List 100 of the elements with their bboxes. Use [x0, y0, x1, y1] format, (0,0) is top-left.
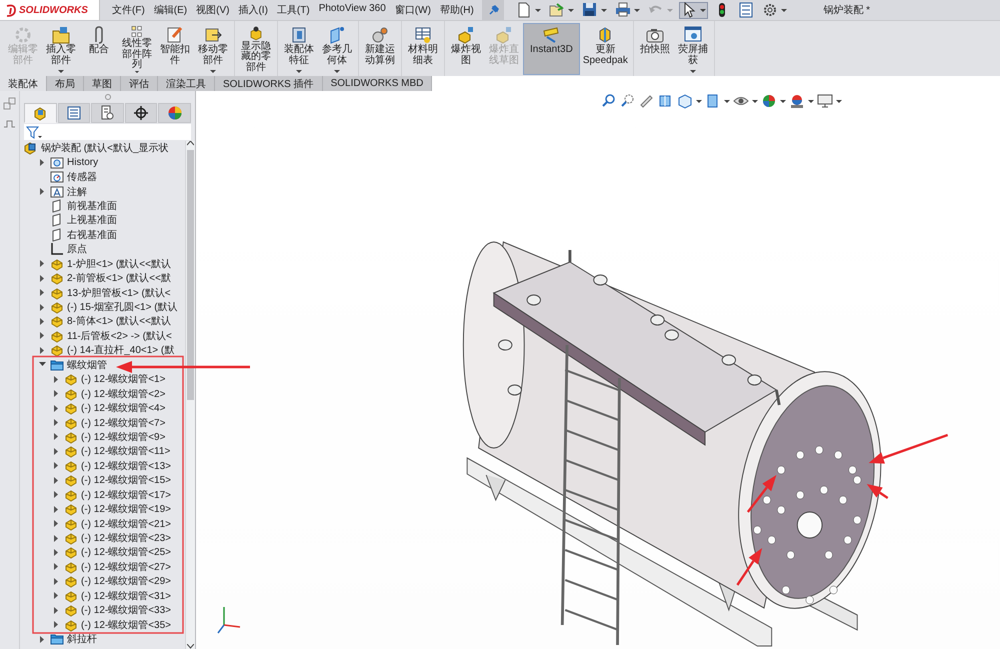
cube-icon[interactable] [677, 93, 693, 109]
tree-item[interactable]: 传感器 [20, 170, 185, 184]
toolbar-button[interactable]: 荧屏捕获 [674, 23, 712, 75]
tree-item[interactable]: 11-后管板<2> -> (默认< [20, 328, 185, 344]
menu-item[interactable]: 窗口(W) [394, 3, 431, 17]
tree-item[interactable]: 2-前管板<1> (默认<<默 [20, 270, 185, 286]
filter-field[interactable] [24, 124, 191, 140]
tree-item[interactable]: (-) 12-螺纹烟管<15> [20, 473, 185, 488]
tree-item[interactable]: (-) 12-螺纹烟管<33> [20, 603, 185, 618]
expand-arrow-icon[interactable] [53, 448, 60, 455]
expand-arrow-icon[interactable] [39, 361, 46, 368]
expand-arrow-icon[interactable] [39, 188, 46, 196]
expand-arrow-icon[interactable] [39, 289, 46, 296]
expand-arrow-icon[interactable] [53, 462, 60, 470]
toolbar-button[interactable]: 显示隐藏的零部件 [237, 23, 275, 75]
tree-item[interactable]: (-) 12-螺纹烟管<19> [20, 502, 185, 516]
pencil-icon[interactable] [639, 93, 655, 109]
panel-handle-icon[interactable] [104, 93, 112, 101]
toolbar-button[interactable]: 爆炸视图 [447, 23, 485, 75]
menu-item[interactable]: 帮助(H) [440, 3, 474, 17]
tree-item[interactable]: (-) 12-螺纹烟管<29> [20, 574, 185, 589]
tab[interactable]: 草图 [84, 76, 121, 91]
tree-item[interactable]: (-) 15-烟室孔圆<1> (默认 [20, 300, 185, 314]
caret-icon[interactable] [724, 100, 730, 102]
menu-item[interactable]: 文件(F) [112, 3, 145, 17]
expand-arrow-icon[interactable] [53, 390, 60, 398]
expand-arrow-icon[interactable] [53, 491, 60, 498]
expand-arrow-icon[interactable] [53, 404, 60, 412]
tree-item[interactable]: 螺纹烟管 [20, 358, 185, 372]
expand-arrow-icon[interactable] [53, 534, 60, 542]
tree-item[interactable]: 原点 [20, 242, 185, 256]
sphere-icon[interactable] [761, 93, 777, 109]
menu-item[interactable]: PhotoView 360 [318, 3, 386, 17]
expand-arrow-icon[interactable] [53, 433, 60, 440]
tree-item[interactable]: 斜拉杆 [20, 632, 185, 646]
tree-item[interactable]: 1-炉胆<1> (默认<<默认 [20, 256, 185, 271]
tree-item[interactable]: 8-筒体<1> (默认<<默认 [20, 314, 185, 329]
select-button[interactable] [678, 2, 708, 18]
caret-icon[interactable] [696, 100, 702, 102]
toolbar-button[interactable]: 参考几何体 [318, 23, 356, 75]
scroll-up-icon[interactable] [187, 141, 194, 146]
step-icon[interactable] [3, 118, 16, 130]
tree-item[interactable]: (-) 12-螺纹烟管<7> [20, 415, 185, 430]
toolbar-button[interactable]: 更新 Speedpak [580, 23, 631, 75]
tree-item[interactable]: (-) 12-螺纹烟管<35> [20, 617, 185, 632]
tab[interactable]: SOLIDWORKS 插件 [215, 76, 323, 91]
expand-arrow-icon[interactable] [39, 159, 46, 166]
tab[interactable]: 装配体 [0, 76, 47, 91]
expand-arrow-icon[interactable] [53, 376, 60, 383]
scroll-bar[interactable] [185, 141, 195, 649]
tab[interactable]: 评估 [121, 76, 158, 91]
tab[interactable]: SOLIDWORKS MBD [322, 76, 432, 91]
filter-icon[interactable] [26, 126, 42, 138]
toolbar-button[interactable]: 材料明细表 [404, 23, 442, 75]
menu-item[interactable]: 编辑(E) [154, 3, 188, 17]
menu-item[interactable]: 插入(I) [238, 3, 268, 17]
expand-arrow-icon[interactable] [53, 520, 60, 528]
scroll-thumb[interactable] [187, 150, 194, 400]
zoom-fit-icon[interactable] [601, 93, 617, 109]
tree-item[interactable]: 注解 [20, 184, 185, 199]
toolbar-button[interactable]: 线性零部件阵列 [118, 23, 156, 75]
tree-item[interactable]: 锅炉装配 (默认<默认_显示状 [20, 141, 185, 156]
tree-item[interactable]: (-) 12-螺纹烟管<27> [20, 560, 185, 574]
panel-tab[interactable] [124, 103, 158, 123]
expand-arrow-icon[interactable] [53, 563, 60, 570]
expand-arrow-icon[interactable] [39, 318, 46, 325]
tree-item[interactable]: 13-炉胆管板<1> (默认< [20, 285, 185, 300]
monitor-icon[interactable] [817, 93, 833, 109]
tree-item[interactable]: (-) 12-螺纹烟管<2> [20, 386, 185, 401]
tree-item[interactable]: (-) 12-螺纹烟管<11> [20, 444, 185, 459]
expand-arrow-icon[interactable] [39, 332, 46, 340]
tree-item[interactable]: (-) 12-螺纹烟管<17> [20, 488, 185, 502]
tree-item[interactable]: (-) 12-螺纹烟管<23> [20, 530, 185, 546]
expand-arrow-icon[interactable] [39, 304, 46, 311]
toolbar-button[interactable]: Instant3D [523, 23, 580, 75]
expand-arrow-icon[interactable] [53, 606, 60, 614]
caret-icon[interactable] [752, 100, 758, 102]
tree-item[interactable]: (-) 12-螺纹烟管<9> [20, 430, 185, 444]
toolbar-button[interactable]: 新建运动算例 [361, 23, 399, 75]
tree-item[interactable]: (-) 14-直拉杆_40<1> (默 [20, 343, 185, 358]
tree-item[interactable]: (-) 12-螺纹烟管<31> [20, 588, 185, 603]
toolbar-button[interactable]: 插入零部件 [42, 23, 80, 75]
tree-item[interactable]: (-) 12-螺纹烟管<1> [20, 372, 185, 386]
panel-tab[interactable] [58, 103, 90, 123]
sphere-icon[interactable] [789, 93, 805, 109]
caret-icon[interactable] [808, 100, 814, 102]
toolbar-button[interactable]: 移动零部件 [194, 23, 232, 75]
tree-item[interactable]: (-) 12-螺纹烟管<21> [20, 516, 185, 531]
expand-arrow-icon[interactable] [39, 346, 46, 354]
toolbar-button[interactable]: 配合 [80, 23, 118, 75]
tree-item[interactable]: 前视基准面 [20, 198, 185, 214]
tree-item[interactable]: (-) 12-螺纹烟管<25> [20, 545, 185, 560]
menu-item[interactable]: 工具(T) [276, 3, 310, 17]
menu-item[interactable]: 视图(V) [196, 3, 230, 17]
expand-arrow-icon[interactable] [53, 506, 60, 513]
pin-button[interactable] [482, 0, 504, 20]
expand-arrow-icon[interactable] [39, 274, 46, 282]
panel-tab[interactable] [91, 103, 124, 123]
tab[interactable]: 布局 [47, 76, 84, 91]
tree-item[interactable]: History [20, 155, 185, 170]
